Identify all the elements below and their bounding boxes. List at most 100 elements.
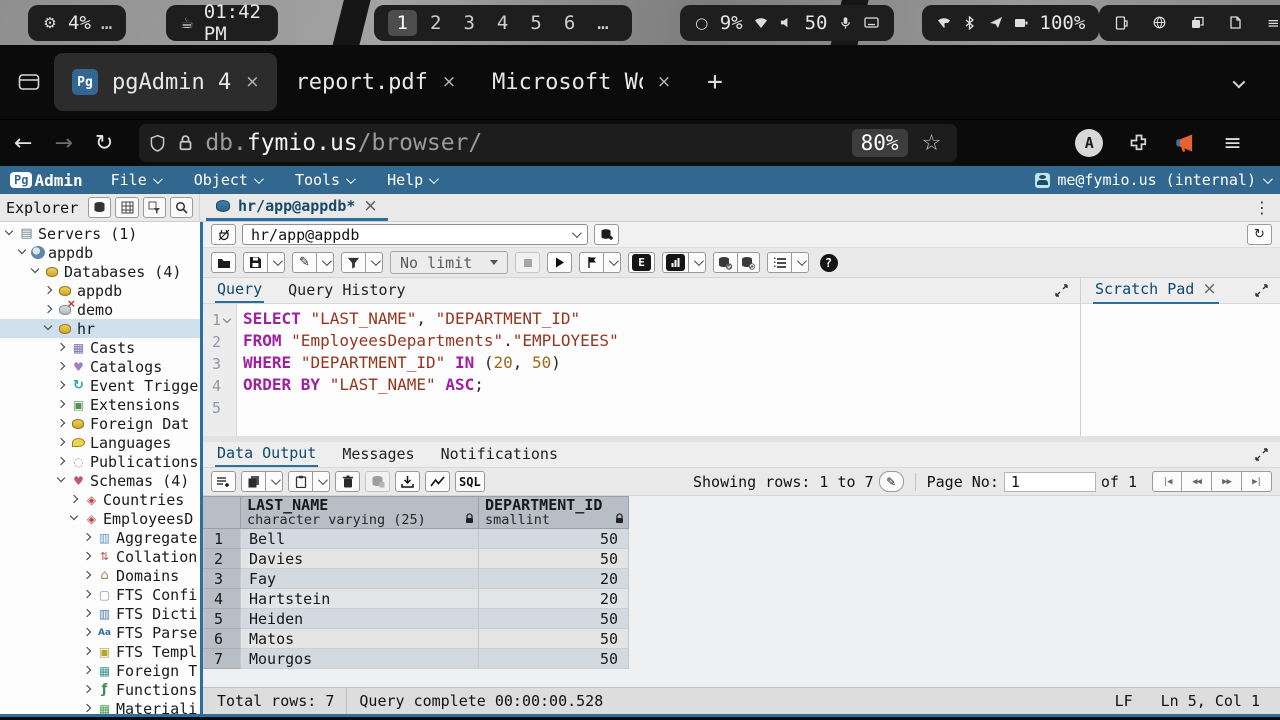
expand-icon[interactable] bbox=[82, 645, 95, 658]
help-button[interactable]: ? bbox=[816, 252, 841, 274]
paste-button[interactable] bbox=[288, 471, 313, 492]
expand-icon[interactable] bbox=[69, 493, 82, 506]
query-tool-tab[interactable]: hr/app@appdb* bbox=[206, 194, 388, 221]
tree-item[interactable]: Casts bbox=[0, 338, 200, 357]
sql-button[interactable]: SQL bbox=[455, 471, 485, 492]
shield-icon[interactable] bbox=[149, 134, 166, 153]
workspace-button[interactable]: … bbox=[588, 10, 617, 36]
megaphone-extension-icon[interactable] bbox=[1175, 133, 1197, 153]
tree-item[interactable]: EmployeesD bbox=[0, 509, 200, 528]
cell-last-name[interactable]: Bell bbox=[241, 529, 479, 549]
tree-item[interactable]: FTS Parse bbox=[0, 623, 200, 642]
edit-range-button[interactable]: ✎ bbox=[879, 471, 904, 492]
tab-query-history[interactable]: Query History bbox=[286, 279, 407, 302]
tree-item[interactable]: Event Trigge bbox=[0, 376, 200, 395]
extensions-puzzle-icon[interactable] bbox=[1129, 133, 1149, 153]
tree-item[interactable]: Aggregate bbox=[0, 528, 200, 547]
tab-data-output[interactable]: Data Output bbox=[215, 442, 318, 467]
tree-item[interactable]: appdb bbox=[0, 281, 200, 300]
menu-help[interactable]: Help bbox=[387, 171, 436, 189]
scratch-pad-body[interactable] bbox=[1081, 304, 1280, 436]
menu-tools[interactable]: Tools bbox=[295, 171, 353, 189]
tree-item[interactable]: Servers (1) bbox=[0, 224, 200, 243]
code-line[interactable]: ORDER BY "LAST_NAME" ASC; bbox=[243, 375, 1080, 397]
expand-icon[interactable] bbox=[82, 702, 95, 714]
table-row[interactable]: 1Bell50 bbox=[203, 529, 629, 549]
collapse-icon[interactable] bbox=[4, 227, 17, 240]
address-bar[interactable]: db.fymio.us/browser/ 80% bbox=[139, 124, 957, 162]
expand-icon[interactable] bbox=[82, 664, 95, 677]
close-icon[interactable] bbox=[363, 196, 377, 216]
code-line[interactable]: FROM "EmployeesDepartments"."EMPLOYEES" bbox=[243, 331, 1080, 353]
tree-item[interactable]: FTS Dicti bbox=[0, 604, 200, 623]
tab-messages[interactable]: Messages bbox=[340, 443, 416, 466]
cell-department-id[interactable]: 20 bbox=[479, 569, 629, 589]
globe-icon[interactable] bbox=[1151, 15, 1167, 31]
cell-last-name[interactable]: Matos bbox=[241, 629, 479, 649]
row-number-cell[interactable]: 7 bbox=[203, 649, 241, 669]
expand-icon[interactable] bbox=[43, 284, 56, 297]
explain-button[interactable]: E bbox=[628, 252, 655, 273]
expand-icon[interactable] bbox=[56, 360, 69, 373]
cell-department-id[interactable]: 20 bbox=[479, 589, 629, 609]
expand-icon[interactable] bbox=[82, 607, 95, 620]
user-menu[interactable]: me@fymio.us (internal) bbox=[1035, 171, 1270, 189]
collapse-icon[interactable] bbox=[17, 246, 30, 259]
explain-options-caret[interactable] bbox=[689, 252, 706, 273]
open-file-button[interactable] bbox=[211, 252, 236, 273]
sql-editor[interactable]: 12345 SELECT "LAST_NAME", "DEPARTMENT_ID… bbox=[203, 304, 1080, 436]
reload-icon[interactable]: ↻ bbox=[95, 131, 113, 156]
cell-last-name[interactable]: Hartstein bbox=[241, 589, 479, 609]
code-line[interactable]: WHERE "DEPARTMENT_ID" IN (20, 50) bbox=[243, 353, 1080, 375]
graph-visualiser-button[interactable] bbox=[425, 471, 450, 492]
document-icon[interactable] bbox=[1227, 15, 1243, 31]
quick-settings[interactable]: ○ 9% 50 bbox=[680, 5, 894, 41]
reset-layout-button[interactable]: ↻ bbox=[1247, 224, 1272, 245]
menu-file[interactable]: File bbox=[111, 171, 160, 189]
url-text[interactable]: db.fymio.us/browser/ bbox=[205, 130, 482, 156]
menu-object[interactable]: Object bbox=[194, 171, 261, 189]
copy-button[interactable] bbox=[241, 471, 266, 492]
workspace-button[interactable]: 6 bbox=[555, 10, 584, 36]
collapse-icon[interactable] bbox=[56, 474, 69, 487]
tab-query[interactable]: Query bbox=[215, 278, 264, 303]
column-header[interactable]: DEPARTMENT_IDsmallint bbox=[479, 496, 629, 529]
row-number-cell[interactable]: 1 bbox=[203, 529, 241, 549]
fold-icon[interactable] bbox=[223, 316, 232, 325]
code-line[interactable] bbox=[243, 397, 1080, 419]
rollback-button[interactable] bbox=[738, 252, 760, 273]
collapse-icon[interactable] bbox=[30, 265, 43, 278]
cell-department-id[interactable]: 50 bbox=[479, 649, 629, 669]
browser-tab-report[interactable]: report.pdf bbox=[277, 53, 474, 111]
column-header[interactable]: LAST_NAMEcharacter varying (25) bbox=[241, 496, 479, 529]
tree-item[interactable]: Extensions bbox=[0, 395, 200, 414]
expand-icon[interactable] bbox=[82, 626, 95, 639]
last-page-button[interactable]: ▶| bbox=[1242, 471, 1272, 492]
lock-icon[interactable] bbox=[178, 134, 193, 152]
browser-menu-icon[interactable] bbox=[1223, 131, 1241, 156]
tree-item[interactable]: Foreign T bbox=[0, 661, 200, 680]
explorer-grid-button[interactable] bbox=[115, 197, 138, 218]
menu-icon[interactable]: ≡ bbox=[1265, 15, 1280, 31]
cell-last-name[interactable]: Mourgos bbox=[241, 649, 479, 669]
close-tab-icon[interactable] bbox=[657, 72, 671, 92]
eol-indicator[interactable]: LF bbox=[1115, 692, 1133, 710]
save-file-button[interactable] bbox=[243, 252, 268, 273]
browser-tab-word[interactable]: Microsoft Wo bbox=[474, 53, 689, 111]
table-row[interactable]: 2Davies50 bbox=[203, 549, 629, 569]
expand-icon[interactable] bbox=[56, 417, 69, 430]
table-row[interactable]: 6Matos50 bbox=[203, 629, 629, 649]
cursor-position[interactable]: Ln 5, Col 1 bbox=[1161, 692, 1260, 710]
cell-last-name[interactable]: Fay bbox=[241, 569, 479, 589]
row-number-cell[interactable]: 6 bbox=[203, 629, 241, 649]
filter-button[interactable] bbox=[341, 252, 366, 273]
tree-item[interactable]: Domains bbox=[0, 566, 200, 585]
tree-item[interactable]: FTS Templ bbox=[0, 642, 200, 661]
expand-icon[interactable] bbox=[56, 398, 69, 411]
save-results-to-file-button[interactable] bbox=[395, 471, 420, 492]
execute-options-caret[interactable] bbox=[604, 252, 621, 273]
expand-icon[interactable] bbox=[82, 550, 95, 563]
tree-item[interactable]: Foreign Dat bbox=[0, 414, 200, 433]
expand-icon[interactable] bbox=[56, 341, 69, 354]
commit-button[interactable] bbox=[713, 252, 738, 273]
